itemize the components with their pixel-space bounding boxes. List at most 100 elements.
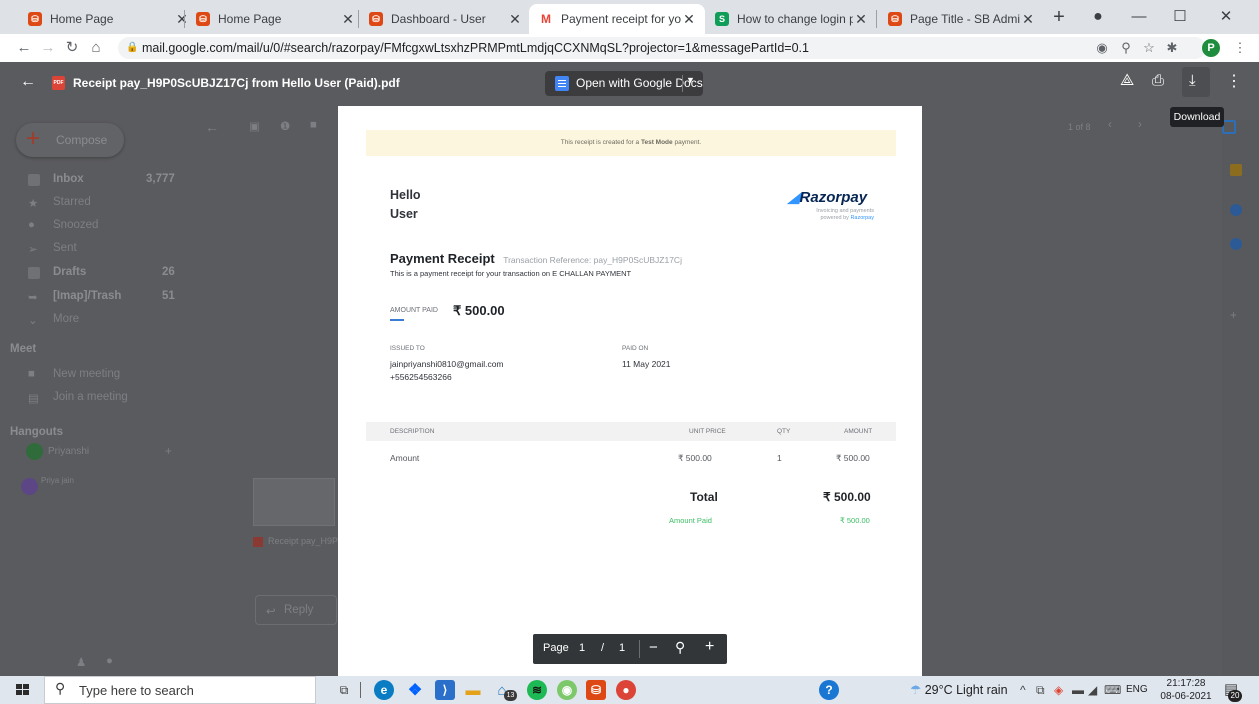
- weather-widget[interactable]: ☂ 29°C Light rain: [910, 682, 1008, 697]
- meet-now-icon[interactable]: ⧉: [1036, 683, 1045, 698]
- hangouts-user[interactable]: Priyanshi: [48, 446, 89, 457]
- zoom-in-icon[interactable]: +: [705, 638, 714, 656]
- chrome-icon[interactable]: ●: [616, 680, 636, 700]
- codeigniter-icon: ⛁: [888, 12, 902, 26]
- tasks-icon[interactable]: [1230, 204, 1242, 216]
- taskbar-search-box[interactable]: ⚲ Type here to search: [44, 676, 316, 704]
- vscode-icon[interactable]: ⟩: [435, 680, 455, 700]
- keep-icon[interactable]: [1230, 164, 1242, 176]
- notification-count-badge: 20: [1228, 690, 1242, 702]
- close-icon[interactable]: ✕: [1020, 11, 1036, 28]
- calendar-icon[interactable]: [1222, 120, 1236, 134]
- sidebar-item-drafts[interactable]: Drafts: [53, 266, 86, 278]
- clock-icon: ●: [28, 219, 35, 231]
- dropbox-icon[interactable]: ❖: [405, 680, 425, 700]
- bookmark-star-icon[interactable]: ☆: [1140, 39, 1158, 57]
- tab-home-page-1[interactable]: ⛁ Home Page ✕: [18, 4, 198, 34]
- browser-toolbar: ← → ↻ ⌂ 🔒 mail.google.com/mail/u/0/#sear…: [0, 34, 1259, 62]
- windows-start-icon[interactable]: [16, 684, 29, 696]
- amount-paid-value: ₹ 500.00: [453, 303, 505, 318]
- reload-button[interactable]: ↻: [62, 38, 82, 58]
- page-current[interactable]: 1: [579, 642, 585, 654]
- site-settings-icon[interactable]: ◉: [1093, 39, 1111, 57]
- back-arrow-icon[interactable]: ←: [205, 119, 219, 135]
- sidebar-item-more[interactable]: More: [53, 313, 79, 325]
- hangouts-contact[interactable]: Priya jain: [41, 476, 74, 485]
- close-icon[interactable]: ✕: [853, 11, 869, 28]
- show-hidden-icons-chevron-icon[interactable]: ^: [1020, 683, 1026, 697]
- tab-home-page-2[interactable]: ⛁ Home Page ✕: [186, 4, 364, 34]
- chat-icon[interactable]: ●: [106, 655, 113, 667]
- tab-change-login-password[interactable]: S How to change login passw ✕: [705, 4, 877, 34]
- zoom-icon[interactable]: ⚲: [1117, 39, 1135, 57]
- browser-tab-strip: ⛁ Home Page ✕ ⛁ Home Page ✕ ⛁ Dashboard …: [0, 0, 1259, 34]
- join-meeting-link[interactable]: Join a meeting: [53, 391, 128, 403]
- print-icon[interactable]: ⎙: [1152, 72, 1164, 89]
- browser-menu-icon[interactable]: ⋮: [1231, 39, 1249, 57]
- back-button[interactable]: ←: [14, 38, 34, 58]
- attachment-label[interactable]: Receipt pay_H9P: [268, 536, 338, 546]
- sidebar-item-starred[interactable]: Starred: [53, 196, 91, 208]
- caret-down-icon[interactable]: ▼: [686, 75, 695, 85]
- delete-icon[interactable]: ■: [310, 119, 317, 131]
- new-meeting-link[interactable]: New meeting: [53, 368, 120, 380]
- wifi-icon[interactable]: ◢: [1088, 683, 1097, 697]
- report-spam-icon[interactable]: ❶: [280, 119, 290, 133]
- help-icon[interactable]: ?: [819, 680, 839, 700]
- home-button[interactable]: ⌂: [86, 38, 106, 58]
- app-badge: 13: [504, 690, 517, 701]
- minimize-button[interactable]: —: [1119, 4, 1159, 30]
- zoom-icon[interactable]: ⚲: [675, 639, 685, 656]
- col-description: DESCRIPTION: [390, 428, 435, 435]
- keyboard-icon[interactable]: ⌨: [1104, 683, 1121, 697]
- task-view-icon[interactable]: ⧉: [334, 680, 354, 700]
- contacts-icon[interactable]: [1230, 238, 1242, 250]
- line-items-header: DESCRIPTION UNIT PRICE QTY AMOUNT: [366, 422, 896, 441]
- file-explorer-icon[interactable]: ▬: [463, 680, 483, 700]
- add-to-drive-icon[interactable]: ⟁: [1120, 72, 1134, 90]
- close-icon[interactable]: ✕: [681, 11, 697, 28]
- language-indicator[interactable]: ENG: [1126, 684, 1148, 695]
- close-window-button[interactable]: ✕: [1206, 4, 1246, 30]
- paid-on-value: 11 May 2021: [622, 359, 671, 369]
- maximize-button[interactable]: ☐: [1160, 4, 1200, 30]
- sidebar-item-sent[interactable]: Sent: [53, 242, 77, 254]
- new-tab-button[interactable]: +: [1047, 6, 1071, 30]
- add-icon[interactable]: +: [165, 446, 172, 458]
- profile-avatar[interactable]: P: [1202, 39, 1220, 57]
- download-button[interactable]: ⤓: [1182, 67, 1210, 97]
- tab-search-icon[interactable]: ●: [1078, 4, 1118, 30]
- add-on-plus-icon[interactable]: +: [1230, 310, 1237, 322]
- powered-by: powered by Razorpay: [820, 215, 874, 221]
- close-icon[interactable]: ✕: [507, 11, 523, 28]
- codeigniter-icon[interactable]: ⛁: [586, 680, 606, 700]
- attachment-thumbnail[interactable]: [253, 478, 335, 526]
- network-app-icon[interactable]: ◈: [1054, 683, 1063, 697]
- battery-icon[interactable]: ▬: [1072, 683, 1084, 697]
- android-studio-icon[interactable]: ◉: [557, 680, 577, 700]
- close-icon[interactable]: ✕: [340, 11, 356, 28]
- open-with-google-docs-button[interactable]: Open with Google Docs ▼: [545, 71, 703, 96]
- clock-date[interactable]: 08-06-2021: [1160, 691, 1212, 702]
- reply-button[interactable]: ↩ Reply: [255, 595, 337, 625]
- edge-icon[interactable]: e: [374, 680, 394, 700]
- sidebar-item-snoozed[interactable]: Snoozed: [53, 219, 98, 231]
- archive-icon[interactable]: ▣: [249, 119, 260, 133]
- tab-payment-receipt[interactable]: M Payment receipt for your su ✕: [529, 4, 705, 34]
- sidebar-item-trash[interactable]: [Imap]/Trash: [53, 290, 121, 302]
- clock-time[interactable]: 21:17:28: [1166, 678, 1206, 689]
- address-bar[interactable]: 🔒 mail.google.com/mail/u/0/#search/razor…: [118, 37, 1206, 59]
- person-icon[interactable]: ♟: [76, 655, 86, 669]
- more-options-icon[interactable]: ⋮: [1226, 71, 1242, 91]
- chevron-left-icon[interactable]: ‹: [1108, 119, 1112, 131]
- sidebar-item-inbox[interactable]: Inbox: [53, 173, 84, 185]
- chevron-right-icon[interactable]: ›: [1138, 119, 1142, 131]
- spotify-icon[interactable]: ≋: [527, 680, 547, 700]
- extensions-icon[interactable]: ✱: [1163, 39, 1181, 57]
- tab-sb-admin[interactable]: ⛁ Page Title - SB Admin ✕: [878, 4, 1044, 34]
- close-viewer-arrow-icon[interactable]: ←: [20, 73, 36, 91]
- forward-button[interactable]: →: [38, 38, 58, 58]
- zoom-out-icon[interactable]: −: [649, 639, 658, 656]
- compose-button[interactable]: + Compose: [16, 123, 124, 157]
- tab-dashboard-user[interactable]: ⛁ Dashboard - User ✕: [359, 4, 531, 34]
